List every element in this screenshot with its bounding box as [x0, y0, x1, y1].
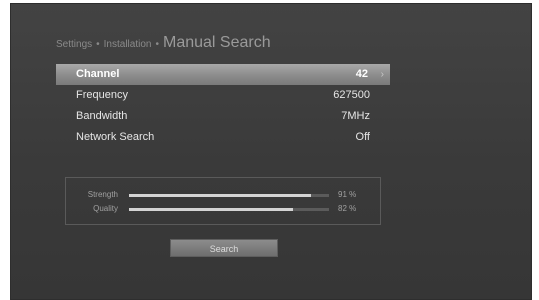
- menu-item-label: Frequency: [76, 89, 128, 101]
- menu-item-value: 42: [355, 68, 368, 80]
- signal-quality-bar: [129, 208, 329, 211]
- signal-quality-value: 82 %: [338, 204, 357, 213]
- page-title: Manual Search: [162, 34, 271, 51]
- breadcrumb-settings[interactable]: Settings: [56, 39, 92, 50]
- menu-item-value: Off: [355, 131, 370, 143]
- signal-quality-label: Quality: [93, 204, 118, 213]
- signal-panel: Strength 91 % Quality 82 %: [65, 177, 381, 225]
- signal-strength-value: 91 %: [338, 190, 357, 199]
- menu-item-label: Network Search: [76, 131, 155, 143]
- signal-quality-fill: [129, 208, 293, 211]
- settings-menu: Channel 42 › Frequency 627500 Bandwidth …: [56, 64, 390, 148]
- menu-item-network-search[interactable]: Network Search Off: [56, 127, 390, 148]
- tv-screen: Settings • Installation • Manual Search …: [10, 3, 532, 300]
- signal-strength-row: Strength 91 %: [66, 189, 380, 201]
- signal-strength-fill: [129, 194, 311, 197]
- menu-item-bandwidth[interactable]: Bandwidth 7MHz: [56, 106, 390, 127]
- signal-strength-bar: [129, 194, 329, 197]
- menu-item-label: Channel: [76, 68, 120, 80]
- breadcrumb-separator: •: [96, 39, 100, 50]
- search-button[interactable]: Search: [170, 239, 278, 257]
- menu-item-value: 627500: [333, 89, 370, 101]
- breadcrumb-separator: •: [155, 39, 159, 50]
- signal-quality-row: Quality 82 %: [66, 203, 380, 215]
- chevron-right-icon[interactable]: ›: [381, 64, 384, 85]
- menu-item-label: Bandwidth: [76, 110, 128, 122]
- signal-strength-label: Strength: [87, 190, 118, 199]
- breadcrumb-installation[interactable]: Installation: [104, 39, 152, 50]
- menu-item-channel[interactable]: Channel 42 ›: [56, 64, 390, 85]
- menu-item-value: 7MHz: [341, 110, 370, 122]
- breadcrumb: Settings • Installation • Manual Search: [56, 34, 271, 56]
- menu-item-frequency[interactable]: Frequency 627500: [56, 85, 390, 106]
